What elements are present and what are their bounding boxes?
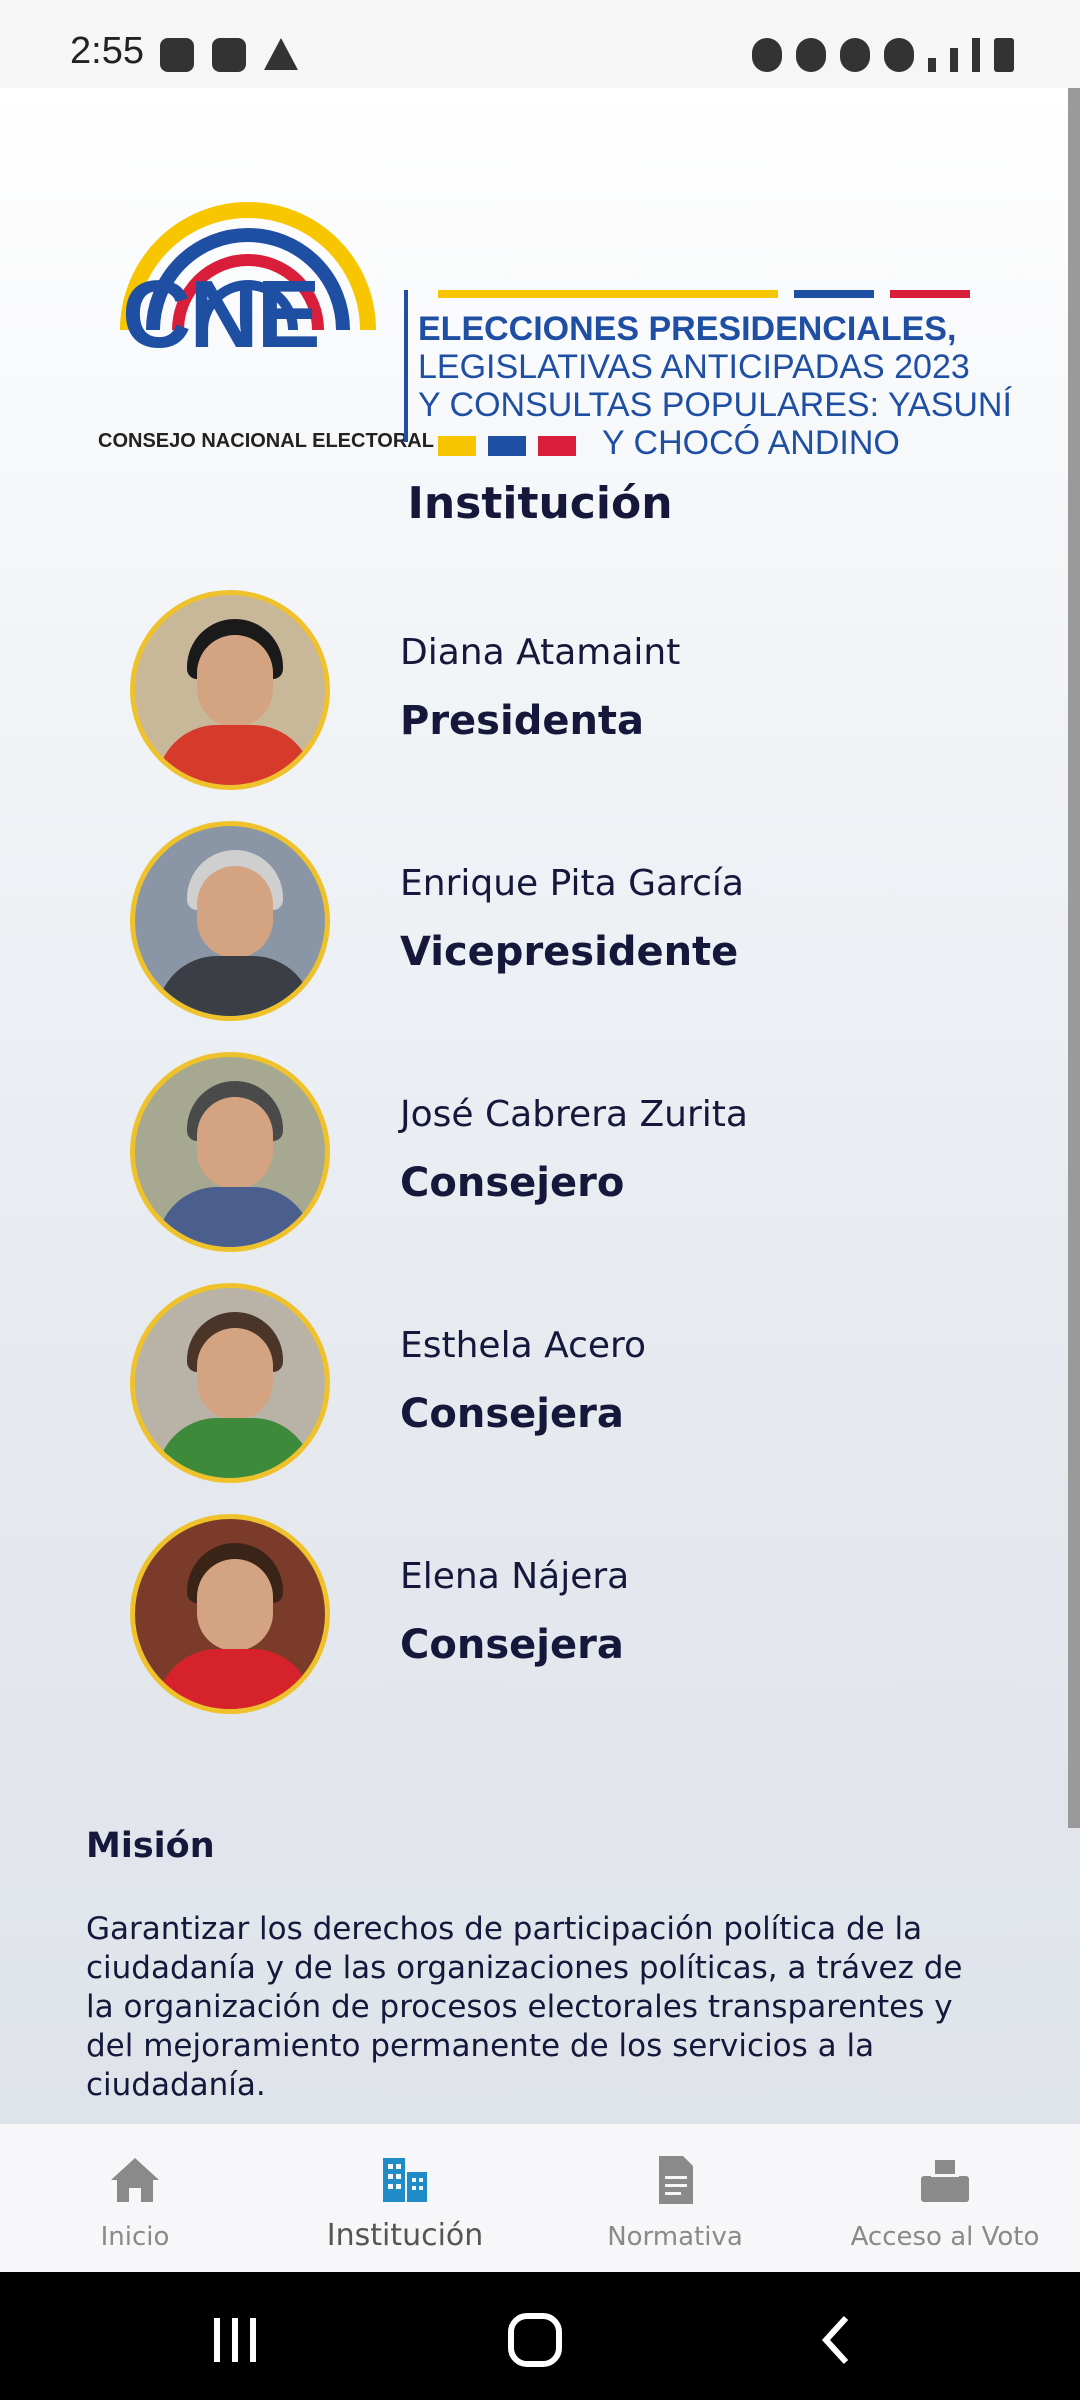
signal-icon	[950, 48, 958, 72]
member-card: Enrique Pita García Vicepresidente	[130, 821, 990, 1031]
mission-title: Misión	[86, 1826, 215, 1866]
clock-app-icon	[212, 38, 246, 72]
avatar	[130, 1283, 330, 1483]
notification-icons	[160, 38, 298, 72]
nav-label: Institución	[326, 2218, 484, 2253]
warning-icon	[264, 38, 298, 70]
member-card: José Cabrera Zurita Consejero	[130, 1052, 990, 1262]
election-line-2: LEGISLATIVAS ANTICIPADAS 2023	[418, 348, 970, 386]
election-line-1: ELECCIONES PRESIDENCIALES,	[418, 310, 957, 348]
document-icon	[659, 2156, 693, 2204]
signal-icon	[928, 58, 936, 72]
flag-stripe	[890, 290, 970, 298]
member-role: Vicepresidente	[400, 929, 739, 975]
battery-icon	[994, 38, 1014, 72]
system-nav-bar	[0, 2272, 1080, 2400]
nav-inicio[interactable]: Inicio	[0, 2124, 270, 2272]
nav-normativa[interactable]: Normativa	[540, 2124, 810, 2272]
member-role: Consejera	[400, 1622, 624, 1668]
building-icon	[383, 2158, 427, 2202]
page-title: Institución	[407, 478, 673, 529]
flag-square	[538, 436, 576, 456]
signal-icon	[972, 38, 980, 72]
avatar	[130, 590, 330, 790]
system-status-icons	[752, 38, 1014, 72]
bottom-nav: Inicio Institución Normativa Acceso al V…	[0, 2124, 1080, 2272]
status-time: 2:55	[70, 30, 144, 72]
nav-acceso-voto[interactable]: Acceso al Voto	[810, 2124, 1080, 2272]
flag-square	[488, 436, 526, 456]
lock-icon	[752, 38, 782, 72]
main-content[interactable]: CNE CONSEJO NACIONAL ELECTORAL ELECCIONE…	[0, 88, 1080, 2124]
flag-square	[438, 436, 476, 456]
logo-divider	[404, 290, 408, 442]
member-role: Presidenta	[400, 698, 645, 744]
avatar	[130, 1052, 330, 1252]
home-icon	[111, 2158, 159, 2202]
mission-text: Garantizar los derechos de participación…	[86, 1911, 963, 2103]
election-line-4: Y CHOCÓ ANDINO	[602, 424, 900, 462]
member-role: Consejero	[400, 1160, 625, 1206]
member-name: Esthela Acero	[400, 1325, 647, 1366]
flag-stripe	[794, 290, 874, 298]
member-name: Elena Nájera	[400, 1556, 630, 1597]
cne-org-name: CONSEJO NACIONAL ELECTORAL	[98, 430, 434, 452]
avatar	[130, 821, 330, 1021]
member-name: Enrique Pita García	[400, 863, 744, 904]
member-card: Esthela Acero Consejera	[130, 1283, 990, 1493]
nav-institucion[interactable]: Institución	[270, 2124, 540, 2272]
member-role: Consejera	[400, 1391, 624, 1437]
election-logo: CNE CONSEJO NACIONAL ELECTORAL ELECCIONE…	[98, 180, 1012, 462]
cne-acronym: CNE	[122, 261, 321, 368]
recent-apps-icon[interactable]	[200, 2312, 270, 2368]
home-button-icon[interactable]	[505, 2312, 565, 2368]
wifi-icon	[884, 38, 914, 72]
scrollbar[interactable]	[1068, 88, 1080, 1828]
ad-blocker-icon	[160, 38, 194, 72]
nav-label: Acceso al Voto	[850, 2222, 1040, 2252]
member-card: Elena Nájera Consejera	[130, 1514, 990, 1724]
election-line-3: Y CONSULTAS POPULARES: YASUNÍ	[418, 386, 1012, 424]
avatar	[130, 1514, 330, 1714]
ballot-box-icon	[921, 2160, 969, 2202]
member-name: José Cabrera Zurita	[400, 1094, 748, 1135]
mute-icon	[840, 38, 870, 72]
alarm-icon	[796, 38, 826, 72]
flag-stripe	[438, 290, 778, 298]
nav-label: Normativa	[607, 2222, 743, 2252]
status-bar: 2:55	[0, 0, 1080, 88]
member-name: Diana Atamaint	[400, 632, 681, 673]
nav-label: Inicio	[100, 2222, 170, 2252]
back-icon[interactable]	[812, 2312, 862, 2368]
member-card: Diana Atamaint Presidenta	[130, 590, 990, 800]
cne-logo: CNE CONSEJO NACIONAL ELECTORAL	[98, 180, 434, 460]
